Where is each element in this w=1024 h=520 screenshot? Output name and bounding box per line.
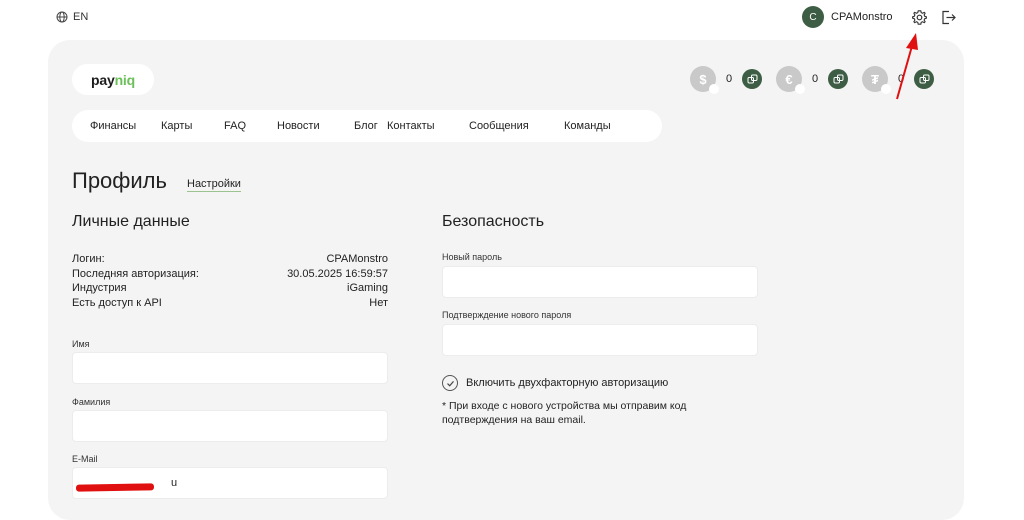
payniq-logo[interactable]: pay niq xyxy=(72,64,154,95)
avatar: C xyxy=(802,6,824,28)
confirm-password-field[interactable] xyxy=(442,324,758,356)
email-label: E-Mail xyxy=(72,454,98,464)
check-circle-icon xyxy=(442,375,458,391)
nav-item-faq[interactable]: FAQ xyxy=(224,120,277,132)
info-row: Есть доступ к API Нет xyxy=(72,296,388,309)
language-switcher[interactable]: EN xyxy=(56,11,88,23)
new-password-label: Новый пароль xyxy=(442,252,502,262)
name-label: Имя xyxy=(72,339,90,349)
globe-icon xyxy=(56,11,68,23)
balance-value: 0 xyxy=(725,73,733,85)
twofa-note: * При входе с нового устройства мы отпра… xyxy=(442,400,687,426)
logo-text-accent: niq xyxy=(114,71,136,88)
logout-icon[interactable] xyxy=(940,9,957,26)
nav-item-messages[interactable]: Сообщения xyxy=(469,120,564,132)
balances: $ 0 € 0 ₮ 0 xyxy=(690,66,934,94)
nav-item-finances[interactable]: Финансы xyxy=(90,120,161,132)
exchange-button[interactable] xyxy=(828,69,848,89)
exchange-button[interactable] xyxy=(742,69,762,89)
nav-item-teams[interactable]: Команды xyxy=(564,120,611,132)
gear-icon[interactable] xyxy=(911,9,928,26)
info-row: Индустрия iGaming xyxy=(72,282,388,294)
main-nav: Финансы Карты FAQ Новости Блог Контакты … xyxy=(72,110,662,142)
balance-value: 0 xyxy=(897,73,905,85)
settings-link[interactable]: Настройки xyxy=(187,178,241,192)
nav-item-news[interactable]: Новости xyxy=(277,120,354,132)
balance-eur: € 0 xyxy=(776,66,848,94)
user-menu[interactable]: C CPAMonstro xyxy=(802,6,893,28)
exchange-icon xyxy=(747,74,757,83)
security-title: Безопасность xyxy=(442,213,545,230)
exchange-button[interactable] xyxy=(914,69,934,89)
twofa-toggle[interactable]: Включить двухфакторную авторизацию xyxy=(442,375,668,391)
confirm-password-label: Подтверждение нового пароля xyxy=(442,310,572,320)
name-field[interactable] xyxy=(72,352,388,384)
logo-text: pay xyxy=(91,71,115,88)
info-row: Последняя авторизация: 30.05.2025 16:59:5… xyxy=(72,267,388,280)
username: CPAMonstro xyxy=(831,11,893,23)
main-card: pay niq $ 0 € 0 ₮ 0 Финансы Карты FAQ Но… xyxy=(48,40,964,520)
surname-label: Фамилия xyxy=(72,397,111,407)
personal-info: Логин: CPAMonstro Последняя авторизация: 3… xyxy=(72,252,388,310)
exchange-icon xyxy=(919,74,929,83)
balance-usdt: ₮ 0 xyxy=(862,66,934,94)
tether-coin-icon: ₮ xyxy=(862,66,891,94)
top-bar: EN C CPAMonstro xyxy=(0,0,1024,38)
dollar-coin-icon: $ xyxy=(690,66,719,94)
page-title: Профиль xyxy=(72,168,167,193)
info-row: Логин: CPAMonstro xyxy=(72,253,388,265)
surname-field[interactable] xyxy=(72,410,388,442)
nav-item-cards[interactable]: Карты xyxy=(161,120,224,132)
language-label: EN xyxy=(73,11,89,23)
redaction-mark xyxy=(75,483,155,492)
twofa-label: Включить двухфакторную авторизацию xyxy=(466,377,669,389)
balance-value: 0 xyxy=(811,73,819,85)
nav-item-contacts[interactable]: Контакты xyxy=(387,120,469,132)
personal-data-title: Личные данные xyxy=(72,213,190,230)
euro-coin-icon: € xyxy=(776,66,805,94)
nav-item-blog[interactable]: Блог xyxy=(354,120,387,132)
exchange-icon xyxy=(833,74,843,83)
balance-usd: $ 0 xyxy=(690,66,762,94)
new-password-field[interactable] xyxy=(442,266,758,298)
